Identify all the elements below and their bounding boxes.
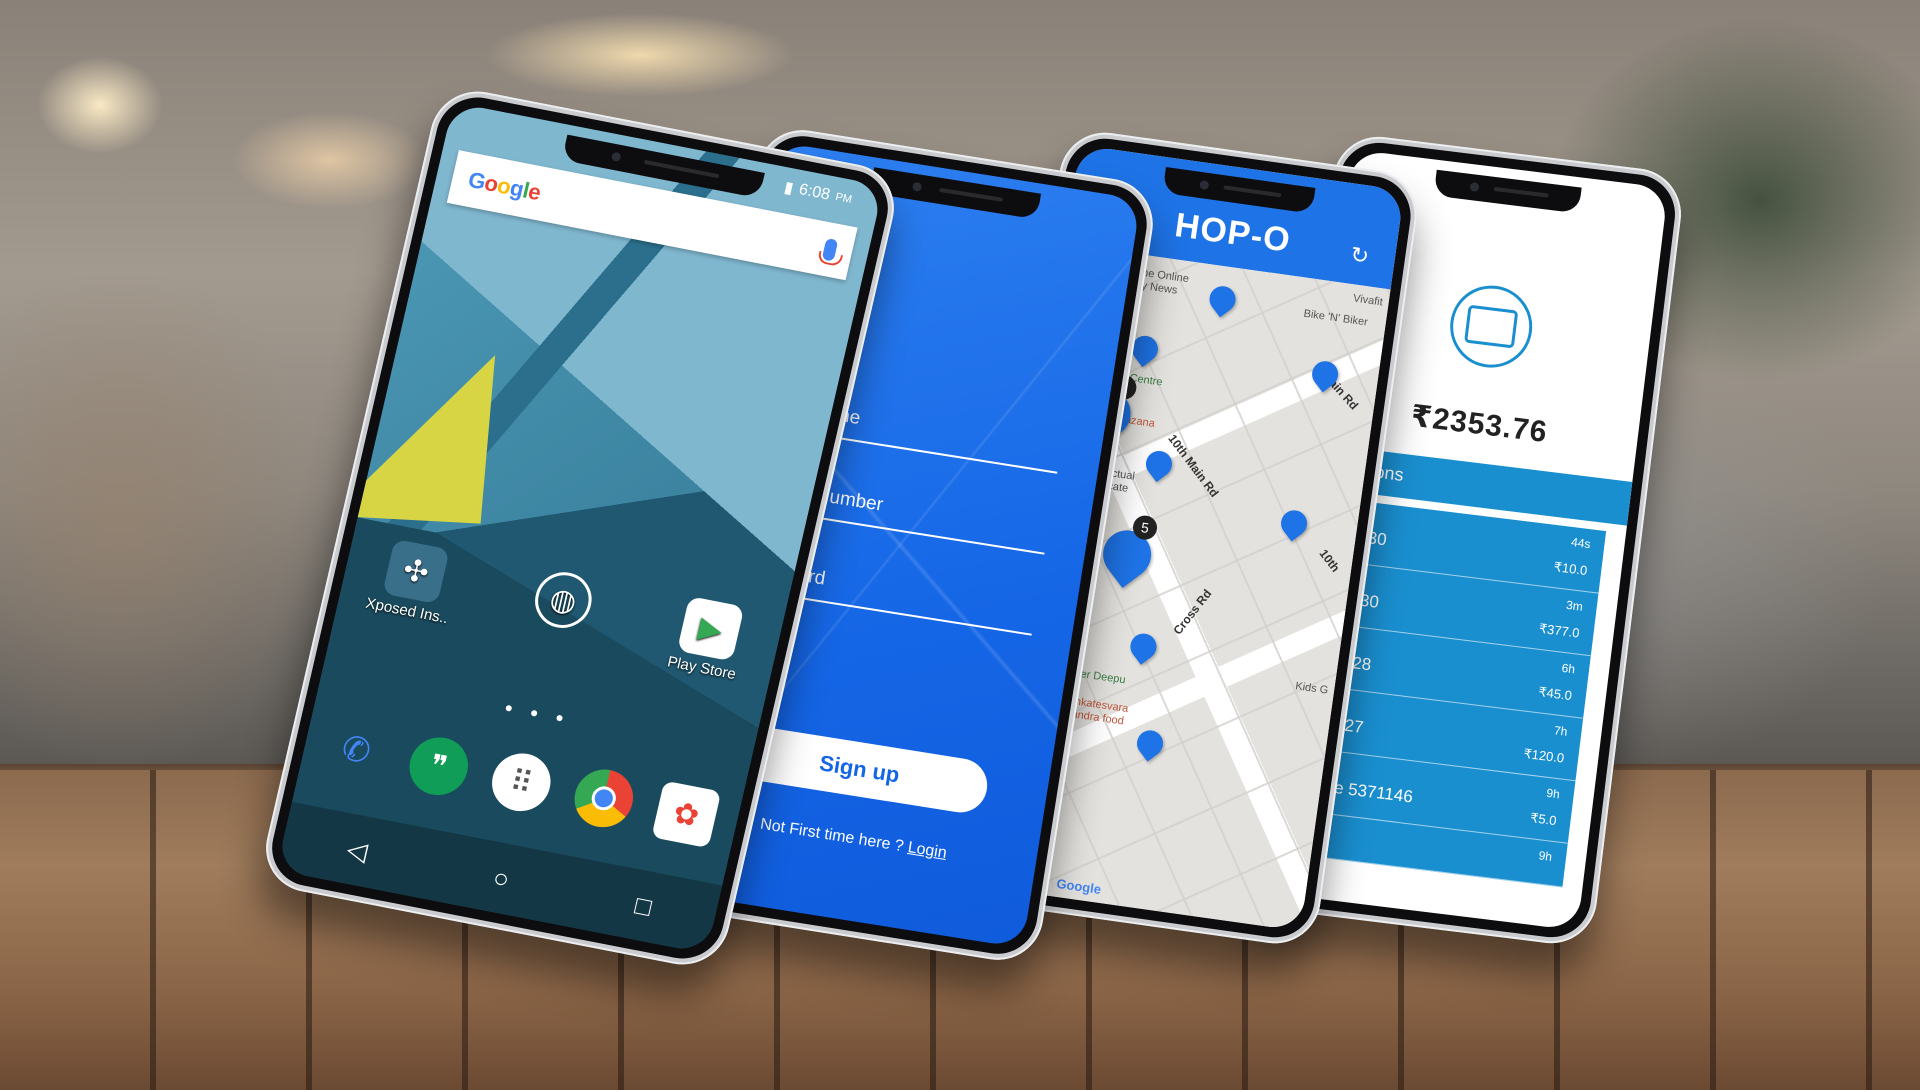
battery-icon: ▮ (782, 179, 795, 198)
transaction-amount: ₹5.0 (1529, 810, 1558, 829)
wallet-icon (1445, 280, 1537, 373)
transaction-time: 44s (1570, 535, 1592, 552)
google-logo: Google (465, 166, 544, 206)
transaction-amount: ₹10.0 (1552, 559, 1589, 579)
home-icon[interactable]: ○ (490, 862, 512, 895)
transaction-time: 9h (1545, 785, 1561, 802)
app-drawer-icon[interactable]: ⠿ (486, 748, 557, 817)
notch (1433, 169, 1582, 214)
hangouts-icon[interactable]: ❞ (403, 732, 474, 801)
status-bar: ▮ 6:08 PM (782, 177, 854, 210)
puzzle-icon: ✣ (382, 538, 450, 605)
refresh-icon[interactable]: ↻ (1349, 242, 1371, 270)
status-time: 6:08 (797, 181, 832, 204)
transaction-time: 9h (1537, 848, 1553, 864)
app-title: HOP-O (1172, 206, 1294, 260)
recents-icon[interactable]: □ (632, 889, 654, 922)
transaction-amount: ₹45.0 (1537, 684, 1573, 704)
transaction-time: 7h (1553, 723, 1569, 739)
back-icon[interactable]: ◁ (344, 833, 370, 867)
status-ampm: PM (834, 191, 854, 206)
chrome-icon[interactable] (568, 764, 639, 833)
phone-icon[interactable]: ✆ (321, 716, 391, 784)
transaction-time: 6h (1560, 660, 1576, 677)
transaction-time: 3m (1565, 597, 1584, 614)
play-store-icon: ▶ (676, 596, 745, 662)
globe-icon: ◍ (529, 567, 598, 633)
mic-icon[interactable] (821, 237, 839, 262)
